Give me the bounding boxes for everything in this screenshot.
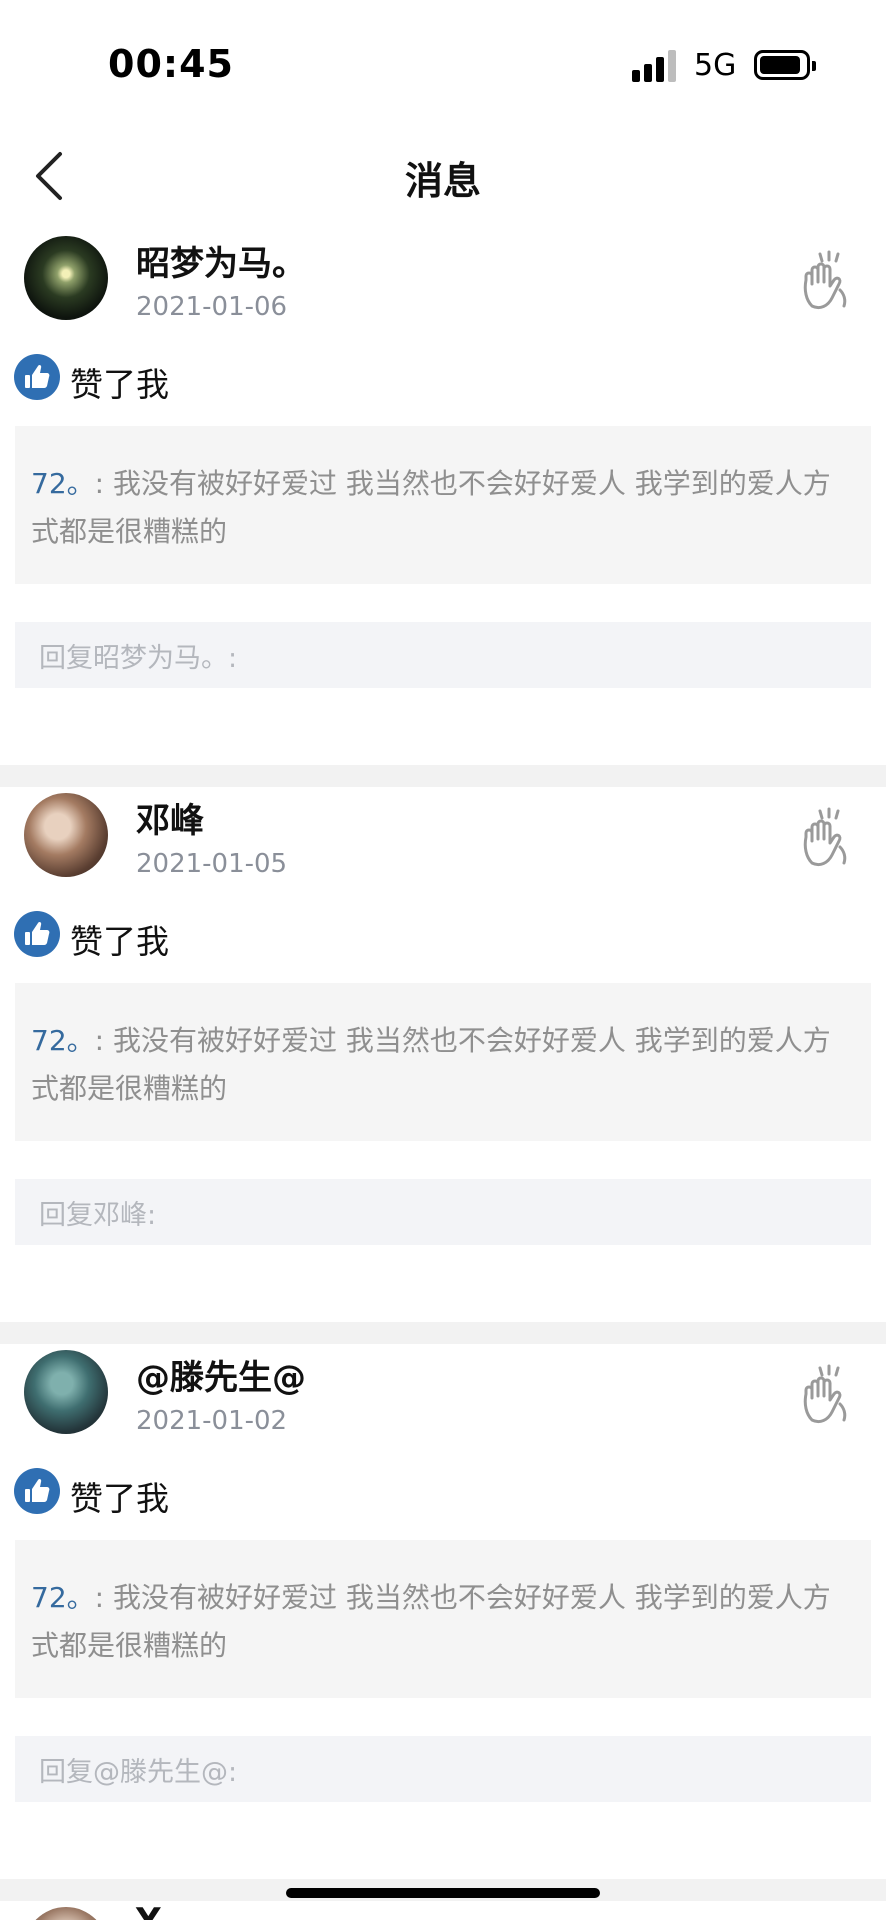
- quote-content: 我没有被好好爱过 我当然也不会好好爱人 我学到的爱人方式都是很糟糕的: [31, 1024, 831, 1105]
- action-text: 赞了我: [70, 1479, 169, 1518]
- quote-author[interactable]: 72。: [31, 1581, 95, 1614]
- quoted-post[interactable]: 72。: 我没有被好好爱过 我当然也不会好好爱人 我学到的爱人方式都是很糟糕的: [15, 426, 871, 584]
- wave-back-button[interactable]: [798, 807, 858, 873]
- home-indicator[interactable]: [286, 1888, 600, 1898]
- quoted-post-text: 72。: 我没有被好好爱过 我当然也不会好好爱人 我学到的爱人方式都是很糟糕的: [31, 460, 855, 556]
- wave-back-button[interactable]: [798, 250, 858, 316]
- quote-separator: :: [94, 1024, 113, 1057]
- page-title: 消息: [404, 159, 481, 203]
- avatar[interactable]: [24, 1350, 108, 1434]
- status-bar: 00:45 5G: [0, 0, 886, 130]
- card-divider: [0, 1322, 886, 1344]
- waving-hand-icon: [803, 807, 847, 867]
- waving-hand-icon: [803, 1364, 847, 1424]
- card-divider: [0, 765, 886, 787]
- quote-content: 我没有被好好爱过 我当然也不会好好爱人 我学到的爱人方式都是很糟糕的: [31, 467, 831, 548]
- notification-date: 2021-01-06: [136, 292, 288, 322]
- quoted-post[interactable]: 72。: 我没有被好好爱过 我当然也不会好好爱人 我学到的爱人方式都是很糟糕的: [15, 983, 871, 1141]
- reply-input[interactable]: 回复邓峰:: [15, 1179, 871, 1245]
- quote-author[interactable]: 72。: [31, 467, 95, 500]
- avatar[interactable]: [24, 793, 108, 877]
- reply-input[interactable]: 回复昭梦为马。:: [15, 622, 871, 688]
- waving-hand-icon: [803, 250, 847, 310]
- notification-date: 2021-01-02: [136, 1406, 288, 1436]
- quote-author[interactable]: 72。: [31, 1024, 95, 1057]
- quote-separator: :: [94, 1581, 113, 1614]
- notification-date: 2021-01-05: [136, 849, 288, 879]
- quote-separator: :: [94, 467, 113, 500]
- quoted-post[interactable]: 72。: 我没有被好好爱过 我当然也不会好好爱人 我学到的爱人方式都是很糟糕的: [15, 1540, 871, 1698]
- nav-bar: 消息: [0, 130, 886, 230]
- notification-card: 昭梦为马。 2021-01-06 赞了我 72。: 我没有被好好爱过 我当然也不…: [0, 230, 886, 765]
- status-time: 00:45: [108, 42, 234, 86]
- network-type: 5G: [694, 48, 737, 83]
- quoted-post-text: 72。: 我没有被好好爱过 我当然也不会好好爱人 我学到的爱人方式都是很糟糕的: [31, 1017, 855, 1113]
- avatar[interactable]: [24, 236, 108, 320]
- username[interactable]: 邓峰: [136, 793, 204, 842]
- thumbs-up-icon: [14, 1468, 60, 1514]
- notification-card: @滕先生@ 2021-01-02 赞了我 72。: 我没有被好好爱过 我当然也不…: [0, 1344, 886, 1879]
- username[interactable]: 昭梦为马。: [136, 236, 306, 285]
- battery-icon: [754, 50, 816, 80]
- username[interactable]: @滕先生@: [136, 1350, 306, 1399]
- action-text: 赞了我: [70, 922, 169, 961]
- action-text: 赞了我: [70, 365, 169, 404]
- notification-card-partial: Y: [0, 1901, 886, 1920]
- messages-screen: 00:45 5G 消息 昭梦为马。 2021-01-06 赞了我 72。: 我没…: [0, 0, 886, 1920]
- notification-card: 邓峰 2021-01-05 赞了我 72。: 我没有被好好爱过 我当然也不会好好…: [0, 787, 886, 1322]
- avatar[interactable]: [24, 1907, 108, 1920]
- notification-list: 昭梦为马。 2021-01-06 赞了我 72。: 我没有被好好爱过 我当然也不…: [0, 230, 886, 1920]
- reply-input[interactable]: 回复@滕先生@:: [15, 1736, 871, 1802]
- quoted-post-text: 72。: 我没有被好好爱过 我当然也不会好好爱人 我学到的爱人方式都是很糟糕的: [31, 1574, 855, 1670]
- quote-content: 我没有被好好爱过 我当然也不会好好爱人 我学到的爱人方式都是很糟糕的: [31, 1581, 831, 1662]
- thumbs-up-icon: [14, 354, 60, 400]
- wave-back-button[interactable]: [798, 1364, 858, 1430]
- cellular-signal-icon: [632, 50, 678, 82]
- thumbs-up-icon: [14, 911, 60, 957]
- username[interactable]: Y: [136, 1901, 161, 1920]
